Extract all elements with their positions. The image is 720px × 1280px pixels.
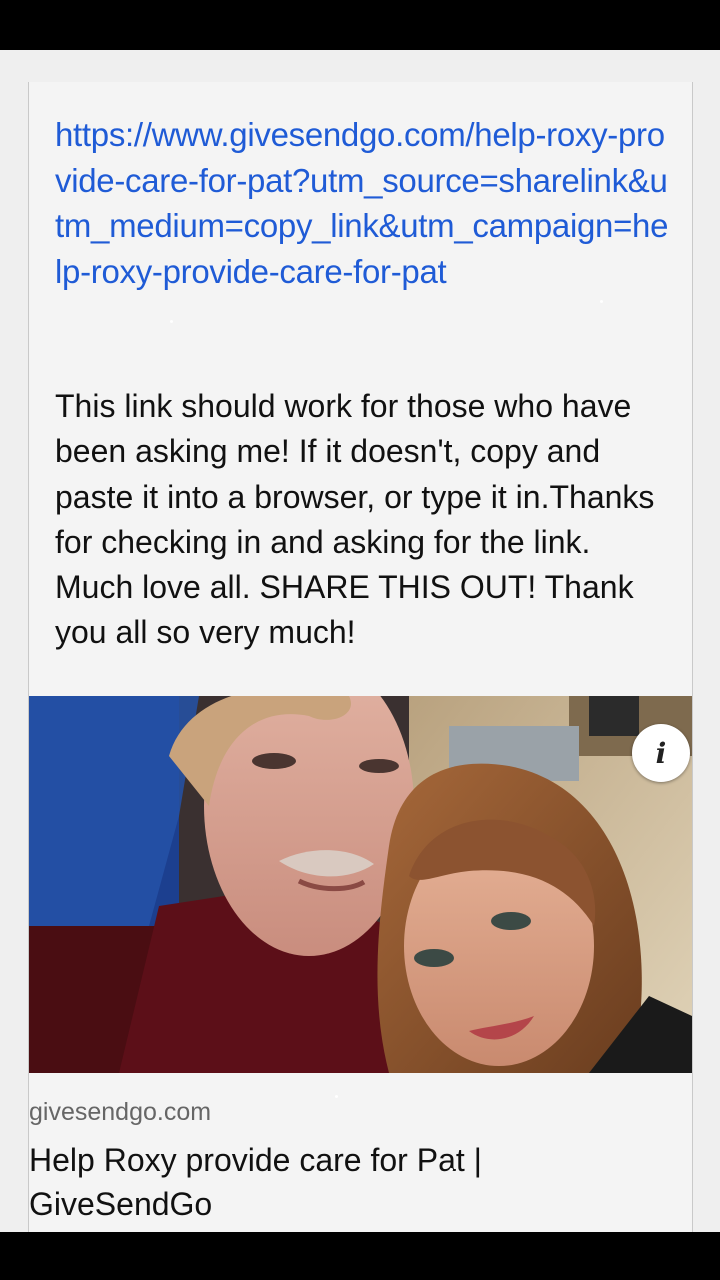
sparkle xyxy=(335,1095,338,1098)
status-bar xyxy=(0,0,720,50)
post-card: https://www.givesendgo.com/help-roxy-pro… xyxy=(28,82,693,1232)
preview-title[interactable]: Help Roxy provide care for Pat | GiveSen… xyxy=(29,1138,589,1226)
post-message: This link should work for those who have… xyxy=(55,388,664,651)
sparkle xyxy=(450,1168,453,1171)
preview-domain[interactable]: givesendgo.com xyxy=(29,1098,211,1127)
sparkle xyxy=(600,300,603,303)
screen: https://www.givesendgo.com/help-roxy-pro… xyxy=(0,0,720,1280)
sparkle xyxy=(170,320,173,323)
preview-photo xyxy=(29,696,692,1073)
fundraiser-link[interactable]: https://www.givesendgo.com/help-roxy-pro… xyxy=(55,112,675,294)
info-icon: i xyxy=(655,736,667,770)
link-preview-image[interactable]: i xyxy=(29,696,692,1073)
info-button[interactable]: i xyxy=(632,724,690,782)
page-content: https://www.givesendgo.com/help-roxy-pro… xyxy=(0,50,720,1232)
navigation-bar xyxy=(0,1232,720,1280)
